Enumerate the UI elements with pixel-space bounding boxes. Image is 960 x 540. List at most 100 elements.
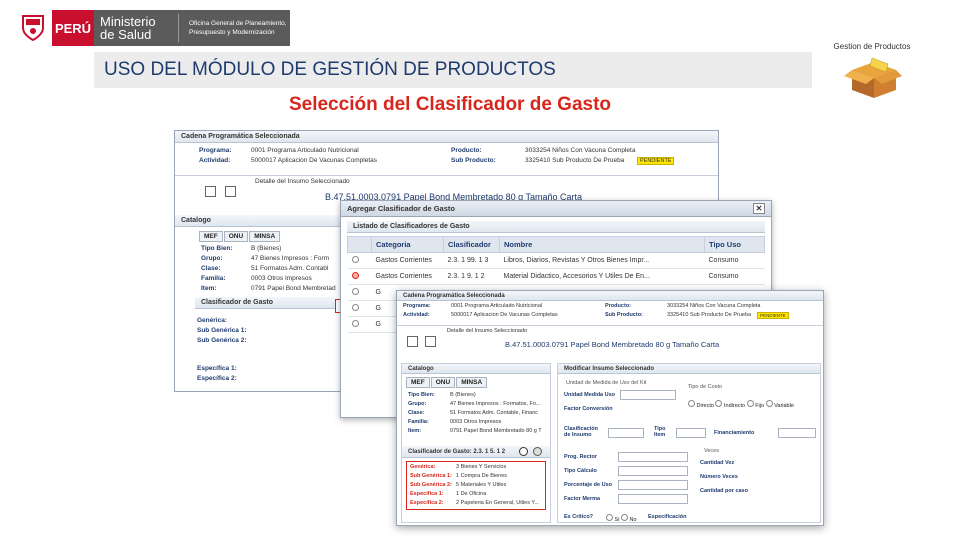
insumo-title: Detalle del Insumo Seleccionado [255,178,350,185]
insumo-title: Detalle del Insumo Seleccionado [447,328,528,334]
tipo-item-select[interactable] [676,428,706,438]
tab-minsa[interactable]: MINSA [249,231,281,242]
tab-onu[interactable]: ONU [223,231,249,242]
clasif-insumo-select[interactable] [608,428,644,438]
row-radio[interactable] [351,256,359,263]
actividad-label: Actividad: [403,312,430,318]
minsa-logo: PERÚ Ministerio de Salud Oficina General… [14,10,290,46]
catalog-details: Tipo Bien: B (Bienes) Grupo: 47 Bienes Imp… [402,391,550,436]
tipo-item-label: Tipo Item [654,426,666,438]
pendiente-badge: PENDIENTE [757,312,789,319]
especifica2-label: Específica 2: [197,375,237,382]
catalog-tabs[interactable]: MEF ONU MINSA [406,377,546,388]
actividad-label: Actividad: [199,157,231,164]
tab-mef[interactable]: MEF [199,231,223,242]
oficina-label: Oficina General de Planeamiento, Presupu… [178,14,287,42]
factor-label: Factor Conversión [564,406,613,412]
unidad-uso-select[interactable] [620,390,676,400]
directo-radio[interactable] [688,400,695,407]
clasif-row: Específica 1: 1 De Oficina [410,491,487,497]
tipo-calculo-select[interactable] [618,466,688,476]
no-radio[interactable] [620,514,628,521]
porcentaje-field[interactable] [618,480,688,490]
prog-rector-select[interactable] [618,452,688,462]
save-icon[interactable] [407,336,418,347]
ministerio-line2: de Salud [100,27,152,42]
especifica1-label: Específica 1: [197,365,237,372]
page-title: USO DEL MÓDULO DE GESTIÓN DE PRODUCTOS [94,52,812,88]
subproducto-value: 3325410 Sub Producto De Prueba [525,157,625,164]
financiamiento-select[interactable] [778,428,816,438]
listado-title: Listado de Clasificadores de Gasto [347,221,765,233]
variable-radio[interactable] [765,400,773,407]
clasif-row: Genérica: 3 Bienes Y Servicios [410,464,507,470]
cat-row: Tipo Bien: B (Bienes) [408,392,476,398]
clasificador-title: Clasificador de Gasto: 2.3. 1 5. 1 2 [402,446,550,458]
subproducto-label: Sub Producto: [605,312,643,318]
cat-row: Item: 0791 Papel Bond Membretado 80 g T [408,428,542,434]
tab-minsa[interactable]: MINSA [456,377,488,388]
coat-of-arms-icon [14,10,52,46]
table-row[interactable]: Gastos Corrientes 2.3. 1 9. 1 2 Material D… [347,268,765,285]
si-radio[interactable] [606,514,613,521]
tab-onu[interactable]: ONU [430,377,456,388]
cat-row: Grupo: 47 Bienes Impresos : Formatos, Fo.… [408,401,541,407]
producto-label: Producto: [605,303,631,309]
clasif-insumo-label: Clasificación de Insumo [564,426,598,438]
fijo-radio[interactable] [746,400,754,407]
gestion-productos-label: Gestion de Productos [833,42,911,51]
programa-value: 0001 Programa Articulado Nutricional [251,147,359,154]
item-label: Item: [201,285,217,292]
cantidad-caso-label: Cantidad por caso [700,488,748,494]
row-radio[interactable] [351,288,359,295]
add-clasificador-icon[interactable] [519,447,528,456]
catalogo-title: Catalogo [402,364,550,374]
col-tipo-uso[interactable]: Tipo Uso [704,236,765,253]
exit-icon[interactable] [425,336,436,347]
tab-mef[interactable]: MEF [406,377,430,388]
subproducto-label: Sub Producto: [451,157,496,164]
peru-label: PERÚ [52,10,94,46]
clasif-row: Sub Genérica 2: 5 Materiales Y Utiles [410,482,507,488]
row-radio[interactable] [351,320,359,327]
indirecto-radio[interactable] [715,400,723,407]
modificar-title: Modificar Insumo Seleccionado [558,364,820,374]
numero-veces-label: Número Veces [700,474,738,480]
oficina-line2: Presupuesto y Modernización [189,29,275,36]
producto-value: 3033254 Niños Con Vacuna Completa [667,303,761,309]
financiamiento-label: Financiamiento [714,430,755,436]
clasificador-title: Clasificador de Gasto [195,297,335,309]
col-categoria[interactable]: Categoria [371,236,444,253]
porcentaje-label: Porcentaje de Uso [564,482,612,488]
programa-value: 0001 Programa Articulado Nutricional [451,303,543,309]
save-icon[interactable] [205,186,216,197]
window-modificar-insumo: Cadena Programática Seleccionada Program… [396,290,824,526]
unidades-title: Unidad de Medida de Uso del Kit [566,380,647,386]
row-radio[interactable] [351,304,359,311]
pendiente-badge: PENDIENTE [637,157,675,165]
modificar-panel: Modificar Insumo Seleccionado Unidad de … [557,363,821,523]
familia-value: 0003 Otros Impresos [251,275,312,282]
row-radio-selected[interactable] [351,272,359,279]
page-subtitle: Selección del Clasificador de Gasto [288,94,612,115]
col-nombre[interactable]: Nombre [499,236,705,253]
actividad-value: 5000017 Aplicacion De Vacunas Completas [451,312,558,318]
catalog-tabs[interactable]: MEF ONU MINSA [199,231,281,242]
clasif-row: Sub Genérica 1: 1 Compra De Bienes [410,473,508,479]
grupo-label: Grupo: [201,255,223,262]
col-clasificador[interactable]: Clasificador [443,236,500,253]
settings-icon[interactable] [533,447,542,456]
programa-label: Programa: [199,147,232,154]
tipo-calculo-label: Tipo Cálculo [564,468,597,474]
critico-options: Si No [606,514,637,523]
tipo-bien-label: Tipo Bien: [201,245,233,252]
factor-merma-field[interactable] [618,494,688,504]
exit-icon[interactable] [225,186,236,197]
es-critico-label: Es Crítico? [564,514,594,520]
subproducto-value: 3325410 Sub Producto De Prueba [667,312,752,318]
close-icon[interactable]: ✕ [753,203,765,214]
veces-title: Veces [704,448,719,454]
clase-value: 51 Formatos Adm. Contabl [251,265,329,272]
table-row[interactable]: Gastos Corrientes 2.3. 1 99. 1 3 Libros, D… [347,252,765,269]
tipo-costo-title: Tipo de Costo [688,384,723,390]
